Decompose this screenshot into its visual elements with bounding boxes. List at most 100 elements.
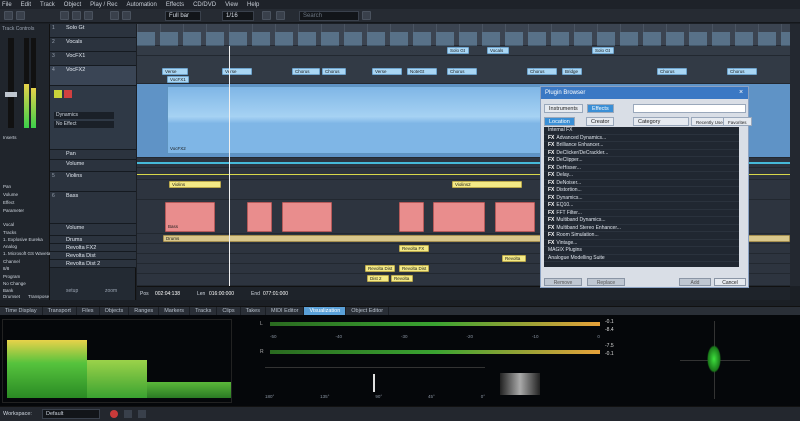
section-marker[interactable]: Verse: [222, 68, 252, 75]
insert-dynamics[interactable]: Dynamics: [54, 112, 114, 119]
track-header[interactable]: 4 VocFX2: [50, 66, 136, 86]
tab-midi-editor[interactable]: MIDI Editor: [266, 307, 305, 315]
record-icon[interactable]: [110, 410, 118, 418]
paste-icon[interactable]: [84, 11, 93, 20]
track-name[interactable]: Drums: [66, 237, 82, 243]
midi-clip-bass[interactable]: [247, 202, 272, 232]
replace-button[interactable]: Replace: [587, 278, 625, 286]
track-header[interactable]: 2 Vocals: [50, 38, 136, 52]
plugin-folder[interactable]: MAGIX Plugins: [544, 247, 739, 255]
track-header[interactable]: 6 Bass: [50, 192, 136, 224]
plugin-item[interactable]: FX Dynamics...: [544, 195, 739, 202]
midi-clip-bass[interactable]: [399, 202, 424, 232]
tab-transport[interactable]: Transport: [43, 307, 77, 315]
track-header[interactable]: 3 VocFX1: [50, 52, 136, 66]
track-header[interactable]: Drums: [50, 236, 136, 244]
plugin-item[interactable]: FX FFT Filter...: [544, 210, 739, 217]
marker-chip[interactable]: Vocals: [487, 47, 509, 54]
tab-takes[interactable]: Takes: [241, 307, 266, 315]
section-marker[interactable]: Chorus: [447, 68, 477, 75]
inspector-instrument[interactable]: 1. Explosive Eureka: [3, 237, 43, 242]
track-header[interactable]: Revolta FX2: [50, 244, 136, 252]
inspector-midi-out[interactable]: 1. Microsoft GS Wavetable: [3, 251, 56, 256]
midi-clip-bass[interactable]: [282, 202, 332, 232]
midi-clip-revolta[interactable]: Revolta: [502, 255, 526, 262]
track-name[interactable]: Revolta Dist: [66, 253, 96, 259]
plugin-item[interactable]: FX Advanced Dynamics...: [544, 135, 739, 142]
add-button[interactable]: Add: [679, 278, 711, 286]
len-value[interactable]: 016:00:000: [209, 291, 234, 297]
pos-value[interactable]: 002:04:138: [155, 291, 180, 297]
end-value[interactable]: 077:01:000: [263, 291, 288, 297]
tab-files[interactable]: Files: [77, 307, 100, 315]
menu-cddvd[interactable]: CD/DVD: [193, 2, 216, 8]
midi-clip-bass[interactable]: [495, 202, 535, 232]
plugin-item[interactable]: FX Multiband Dynamics...: [544, 217, 739, 225]
section-marker[interactable]: Chorus: [727, 68, 757, 75]
timeline-ruler[interactable]: [137, 24, 790, 46]
menu-view[interactable]: View: [225, 2, 238, 8]
menu-file[interactable]: File: [2, 2, 12, 8]
tab-instruments[interactable]: Instruments: [544, 104, 583, 113]
midi-clip-violins2[interactable]: Violins2: [452, 181, 522, 188]
remove-button[interactable]: Remove: [544, 278, 582, 286]
midi-clip-dist2[interactable]: Dist 2: [367, 275, 389, 282]
inspector-channel-value[interactable]: 8/8: [3, 266, 9, 271]
copy-icon[interactable]: [72, 11, 81, 20]
subtab-category[interactable]: Category: [633, 117, 689, 126]
menu-effects[interactable]: Effects: [166, 2, 184, 8]
plugin-item[interactable]: FX Multiband Stereo Enhancer...: [544, 225, 739, 232]
menu-track[interactable]: Track: [40, 2, 55, 8]
redo-icon[interactable]: [276, 11, 285, 20]
menu-edit[interactable]: Edit: [21, 2, 31, 8]
vertical-scrollbar[interactable]: [790, 24, 800, 286]
section-marker[interactable]: Chorus: [322, 68, 346, 75]
playhead[interactable]: [229, 46, 230, 286]
plugin-item[interactable]: FX DeClipper...: [544, 157, 739, 165]
menu-help[interactable]: Help: [247, 2, 259, 8]
tab-objects[interactable]: Objects: [100, 307, 130, 315]
automation-lane-header[interactable]: Pan: [50, 150, 136, 160]
volume-fader-handle[interactable]: [5, 92, 17, 97]
tab-time-display[interactable]: Time Display: [0, 307, 43, 315]
undo-icon[interactable]: [262, 11, 271, 20]
marker-chip[interactable]: Solo Gt: [447, 47, 469, 54]
tab-object-editor[interactable]: Object Editor: [346, 307, 390, 315]
plugin-item[interactable]: FX Vintage...: [544, 240, 739, 247]
track-name[interactable]: Revolta Dist 2: [66, 261, 100, 267]
plugin-item[interactable]: FX EQ10...: [544, 202, 739, 210]
plugin-item[interactable]: FX Delay...: [544, 172, 739, 180]
marker-chip[interactable]: Solo Gt: [592, 47, 614, 54]
mute-button[interactable]: [64, 90, 72, 98]
menu-playrec[interactable]: Play / Rec: [90, 2, 117, 8]
play-icon[interactable]: [124, 410, 132, 418]
plugin-search-input[interactable]: [633, 104, 746, 113]
midi-clip-violins[interactable]: Violins: [169, 181, 221, 188]
track-header[interactable]: 5 Violins: [50, 172, 136, 192]
section-marker[interactable]: NoteGt: [407, 68, 437, 75]
plugin-folder[interactable]: Analogue Modelling Suite: [544, 255, 739, 262]
midi-clip-bass[interactable]: Bass: [165, 202, 215, 232]
zoom-select[interactable]: Full bar: [165, 11, 201, 21]
subtab-favorites[interactable]: Favorites: [723, 117, 752, 126]
track-name[interactable]: Bass: [66, 193, 78, 199]
mouse-mode-icon[interactable]: [110, 11, 119, 20]
tab-ranges[interactable]: Ranges: [129, 307, 160, 315]
inspector-program-value[interactable]: No Change: [3, 281, 26, 286]
tab-visualization[interactable]: Visualization: [304, 307, 347, 315]
menu-object[interactable]: Object: [64, 2, 81, 8]
plugin-item[interactable]: FX Brilliance Enhancer...: [544, 142, 739, 150]
section-marker[interactable]: Chorus: [657, 68, 687, 75]
workspace-select[interactable]: Default: [42, 409, 100, 419]
cancel-button[interactable]: Cancel: [714, 278, 746, 286]
plugin-item[interactable]: FX Distortion...: [544, 187, 739, 195]
search-icon[interactable]: [362, 11, 371, 20]
track-name[interactable]: Vocals: [66, 39, 82, 45]
close-icon[interactable]: ×: [737, 89, 745, 97]
section-marker[interactable]: Bridge: [562, 68, 582, 75]
tab-markers[interactable]: Markers: [159, 307, 191, 315]
plugin-item[interactable]: FX DeClicker/DeCrackler...: [544, 150, 739, 157]
split-icon[interactable]: [122, 11, 131, 20]
subtab-creator[interactable]: Creator: [586, 117, 615, 126]
tab-clips[interactable]: Clips: [217, 307, 241, 315]
